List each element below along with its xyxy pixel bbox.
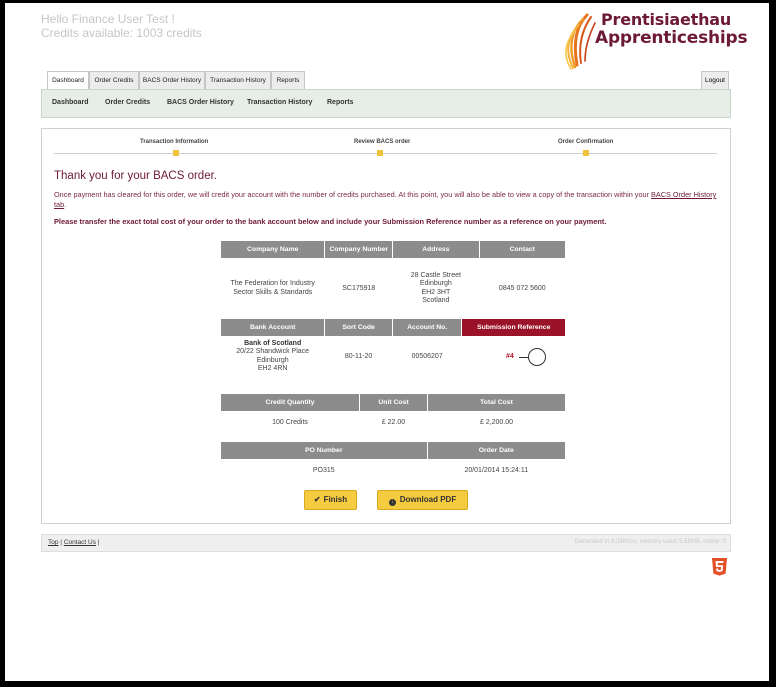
download-pdf-label: Download PDF — [399, 495, 457, 504]
progress-line — [54, 153, 717, 154]
bank-table: Bank Account Sort Code Account No. Submi… — [219, 318, 566, 377]
col-company-number: Company Number — [324, 240, 394, 259]
apprenticeships-logo: Prentisiaethau Apprenticeships — [553, 9, 748, 73]
col-address: Address — [392, 240, 480, 259]
footer-contact-link[interactable]: Contact Us — [64, 539, 96, 546]
subnav-order-credits[interactable]: Order Credits — [105, 99, 150, 106]
bank-address-line: 20/22 Shandwick Place — [236, 348, 310, 356]
subnav-dashboard[interactable]: Dashboard — [52, 99, 89, 106]
unit-cost: £ 22.00 — [381, 418, 406, 426]
step-order-confirmation: Order Confirmation — [558, 139, 614, 145]
tab-transaction-history[interactable]: Transaction History — [205, 71, 271, 89]
col-credit-quantity: Credit Quantity — [220, 393, 360, 412]
col-account-no: Account No. — [391, 318, 463, 337]
download-icon: ↓ — [388, 499, 396, 506]
table-header-row: Credit Quantity Unit Cost Total Cost — [220, 393, 566, 412]
greeting-text: Hello Finance User Test ! — [41, 12, 175, 26]
col-sort-code: Sort Code — [324, 318, 393, 337]
company-table: Company Name Company Number Address Cont… — [219, 240, 567, 319]
table-header-row: PO Number Order Date — [220, 441, 567, 460]
page: Hello Finance User Test ! Credits availa… — [5, 3, 769, 681]
col-submission-reference: Submission Reference — [461, 318, 566, 337]
col-order-date: Order Date — [426, 441, 567, 460]
thank-you-heading: Thank you for your BACS order. — [54, 170, 217, 182]
table-row: PO315 20/01/2014 15:24:11 — [221, 460, 566, 482]
company-contact: 0845 072 5600 — [498, 284, 546, 292]
address-line: EH2 3HT — [421, 288, 451, 296]
bank-address-line: Edinburgh — [256, 356, 289, 364]
footer: Top | Contact Us | Generated in 0.3360(s… — [41, 534, 731, 552]
table-header-row: Bank Account Sort Code Account No. Submi… — [219, 318, 566, 337]
credit-quantity: 100 Credits — [272, 418, 308, 426]
clearance-paragraph: Once payment has cleared for this order,… — [54, 190, 724, 210]
footer-separator: | — [60, 539, 62, 546]
table-row: Bank of Scotland 20/22 Shandwick Place E… — [221, 337, 566, 377]
checkmark-icon: ✔ — [313, 495, 321, 504]
step-marker-1 — [173, 150, 179, 156]
col-company-name: Company Name — [219, 240, 326, 259]
transfer-instruction: Please transfer the exact total cost of … — [54, 217, 607, 226]
address-line: Edinburgh — [419, 280, 452, 288]
reference-value: #4 — [505, 352, 514, 360]
address-line: Scotland — [422, 297, 450, 305]
logout-button[interactable]: Logout — [701, 71, 729, 89]
company-name: The Federation for Industry Sector Skill… — [230, 280, 315, 296]
finish-button[interactable]: ✔ Finish — [304, 490, 357, 510]
table-row: The Federation for Industry Sector Skill… — [221, 259, 566, 319]
table-header-row: Company Name Company Number Address Cont… — [219, 240, 567, 259]
po-number: PO315 — [312, 466, 335, 474]
col-bank-account: Bank Account — [219, 318, 326, 337]
credits-table: Credit Quantity Unit Cost Total Cost 100… — [220, 393, 566, 434]
bank-name: Bank of Scotland — [244, 339, 302, 347]
sub-navigation: Dashboard Order Credits BACS Order Histo… — [41, 89, 731, 118]
tab-bacs-order-history[interactable]: BACS Order History — [139, 71, 205, 89]
col-po-number: PO Number — [220, 441, 428, 460]
subnav-reports[interactable]: Reports — [327, 99, 353, 106]
tab-reports[interactable]: Reports — [271, 71, 305, 89]
footer-top-link[interactable]: Top — [48, 539, 58, 546]
step-review-bacs-order: Review BACS order — [354, 139, 411, 145]
html5-badge-icon — [712, 558, 727, 576]
callout-circle — [528, 348, 546, 366]
tab-dashboard[interactable]: Dashboard — [47, 71, 89, 89]
total-cost: £ 2,200.00 — [479, 418, 514, 426]
footer-stats: Generated in 0.3360(s), memory used: 5.5… — [574, 539, 726, 545]
col-unit-cost: Unit Cost — [359, 393, 428, 412]
user-greeting-block: Hello Finance User Test ! Credits availa… — [41, 12, 202, 40]
table-row: 100 Credits £ 22.00 £ 2,200.00 — [221, 412, 566, 434]
footer-separator: | — [97, 539, 100, 546]
credits-available: Credits available: 1003 credits — [41, 26, 202, 40]
tab-order-credits[interactable]: Order Credits — [89, 71, 139, 89]
finish-label: Finish — [323, 495, 348, 504]
address-line: 28 Castle Street — [410, 271, 461, 279]
step-marker-2 — [377, 150, 383, 156]
order-confirmation-panel: Transaction Information Review BACS orde… — [41, 128, 731, 524]
account-number: 00506207 — [411, 352, 443, 360]
submission-reference: #4 — [462, 337, 566, 377]
step-marker-3 — [583, 150, 589, 156]
col-contact: Contact — [478, 240, 567, 259]
logo-text-welsh: Prentisiaethau — [601, 10, 732, 29]
subnav-bacs-order-history[interactable]: BACS Order History — [167, 99, 234, 106]
step-transaction-information: Transaction Information — [140, 139, 209, 145]
clearance-end: . — [64, 200, 67, 209]
download-pdf-button[interactable]: ↓ Download PDF — [377, 490, 468, 510]
sort-code: 80-11-20 — [344, 352, 373, 360]
footer-links: Top | Contact Us | — [48, 539, 99, 546]
order-date: 20/01/2014 15:24:11 — [464, 466, 529, 474]
bank-address-line: EH2 4RN — [257, 365, 288, 373]
company-number: SC175918 — [342, 284, 376, 292]
company-address: 28 Castle Street Edinburgh EH2 3HT Scotl… — [393, 259, 479, 319]
subnav-transaction-history[interactable]: Transaction History — [247, 99, 312, 106]
bank-details: Bank of Scotland 20/22 Shandwick Place E… — [221, 337, 325, 377]
clearance-text: Once payment has cleared for this order,… — [54, 190, 649, 199]
logo-text-english: Apprenticeships — [595, 28, 748, 48]
po-table: PO Number Order Date PO315 20/01/2014 15… — [220, 441, 567, 482]
col-total-cost: Total Cost — [427, 393, 566, 412]
